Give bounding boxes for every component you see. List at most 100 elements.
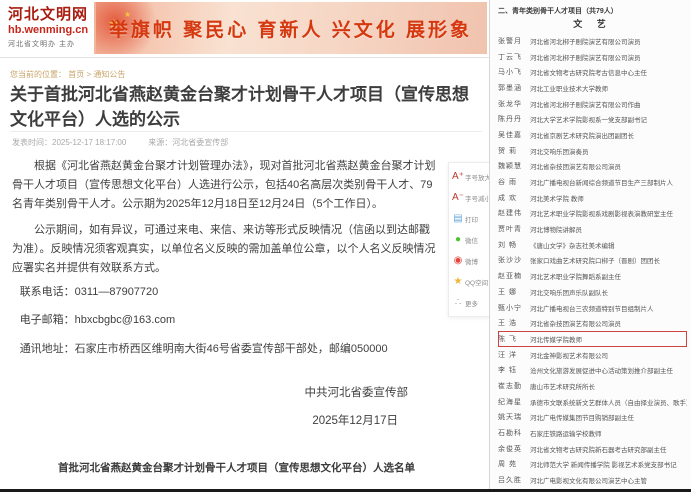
person-position: 张家口戏曲艺术研究院口梆子（晋剧）团团长: [530, 255, 660, 265]
person-name: 陈丹丹: [498, 114, 530, 124]
person-position: 河北博物院讲解员: [530, 224, 582, 234]
toolbar-item-label: QQ空间: [465, 277, 488, 287]
article-paragraph: 公示期间，如有异议，可通过来电、来信、来访等形式反映情况（信函以到达邮戳为准）。…: [12, 221, 440, 278]
name-list-row: 成 欢 河北美术学院 教师: [498, 190, 687, 206]
person-name: 石勘科: [498, 428, 530, 438]
person-name: 张警月: [498, 36, 530, 46]
person-name: 纪海星: [498, 397, 530, 407]
breadcrumb-home-link[interactable]: 首页: [68, 70, 84, 79]
person-name: 吕久胜: [498, 475, 530, 485]
toolbar-item[interactable]: ● 微信: [451, 229, 487, 250]
name-list-row: 张龙华 河北省河北梆子剧院演艺有限公司作曲: [498, 96, 687, 112]
person-position: 河北师范大学 新闻传播学院 影视艺术系党支部书记: [530, 459, 677, 469]
toolbar-item-label: 微博: [465, 256, 478, 266]
contact-address: 通讯地址：石家庄市桥西区维明南大街46号省委宣传部干部处，邮编050000: [12, 341, 440, 358]
name-list-row: 张沙沙 张家口戏曲艺术研究院口梆子（晋剧）团团长: [498, 253, 687, 269]
toolbar-item[interactable]: A⁺ 字号放大: [451, 166, 487, 187]
person-position: 石家庄铁路运输学校教师: [530, 428, 602, 438]
name-list-row: 马小飞 河北省文物考古研究院考古信息中心主任: [498, 64, 687, 80]
person-position: 河北金神影视艺术有限公司: [530, 350, 608, 360]
person-name: 陈 飞: [498, 334, 530, 344]
person-position: 唐山市艺术研究所所长: [530, 381, 595, 391]
site-logo[interactable]: 河北文明网 hb.wenming.cn 河北省文明办 主办: [8, 7, 88, 49]
breadcrumb-current-link[interactable]: 通知公告: [93, 70, 125, 79]
name-list-row: 崔志勤 唐山市艺术研究所所长: [498, 378, 687, 394]
person-name: 姚天瑞: [498, 412, 530, 422]
source: 河北省委宣传部: [172, 138, 228, 147]
name-list-section-title: 二、青年类别骨干人才项目（共79人）: [498, 6, 687, 16]
name-list-row: 张警月 河北省河北梆子剧院演艺有限公司演员: [498, 33, 687, 49]
site-logo-domain[interactable]: hb.wenming.cn: [8, 24, 88, 37]
person-name: 贾叶青: [498, 224, 530, 234]
toolbar-icon[interactable]: ★: [451, 277, 465, 287]
name-list-row: 周 苑 河北师范大学 新闻传播学院 影视艺术系党支部书记: [498, 457, 687, 473]
publish-time-label: 发表时间：: [12, 138, 52, 147]
toolbar-icon[interactable]: ◉: [451, 256, 465, 266]
person-name: 王 娜: [498, 287, 530, 297]
person-position: 河北广播电视台新闻综合频道节目生产三部制片人: [530, 177, 673, 187]
page: 河北文明网 hb.wenming.cn 河北省文明办 主办 ★ ★ 举旗帜 聚民…: [0, 0, 691, 492]
page-title: 关于首批河北省燕赵黄金台聚才计划骨干人才项目（宣传思想文化平台）人选的公示: [10, 83, 482, 132]
person-position: 河北艺术职业学院舞蹈系副主任: [530, 271, 621, 281]
person-name: 崔志勤: [498, 381, 530, 391]
person-name: 成 欢: [498, 193, 530, 203]
person-position: 河北广电影视文化有限公司演艺中心主管: [530, 475, 647, 485]
person-name: 赵建伟: [498, 208, 530, 218]
person-name: 张龙华: [498, 99, 530, 109]
person-position: 河北省杂技团演艺有限公司演员: [530, 161, 621, 171]
name-list-row: 贾叶青 河北博物院讲解员: [498, 221, 687, 237]
toolbar-item[interactable]: A⁻ 字号减小: [451, 187, 487, 208]
breadcrumb-separator: >: [86, 70, 91, 79]
person-position: 河北传媒学院教师: [530, 334, 582, 344]
toolbar-item[interactable]: ∴ 更多: [451, 292, 487, 313]
site-header: 河北文明网 hb.wenming.cn 河北省文明办 主办 ★ ★ 举旗帜 聚民…: [0, 0, 489, 58]
name-list-row: 吕久胜 河北广电影视文化有限公司演艺中心主管: [498, 472, 687, 488]
toolbar-item-label: 更多: [465, 298, 478, 308]
name-list-row: 甄小宁 河北广播电视台三农频道特别节目组制片人: [498, 300, 687, 316]
contact-email: 电子邮箱：hbxcbgbc@163.com: [12, 312, 440, 329]
person-position: 沧州文化旅游发展促进中心活动策划推介部副主任: [530, 365, 673, 375]
name-list-row: 贺 莉 河北交响乐团演奏员: [498, 143, 687, 159]
article-body: 根据《河北省燕赵黄金台聚才计划管理办法》，现对首批河北省燕赵黄金台聚才计划骨干人…: [12, 157, 440, 369]
person-position: 河北省文物考古研究院新石器考古研究部副主任: [530, 444, 667, 454]
person-name: 张沙沙: [498, 255, 530, 265]
toolbar-item[interactable]: ★ QQ空间: [451, 271, 487, 292]
person-name: 贺 莉: [498, 146, 530, 156]
name-list-row: 丁云飞 河北省河北梆子剧院演艺有限公司演员: [498, 49, 687, 65]
article-paragraph: 根据《河北省燕赵黄金台聚才计划管理办法》，现对首批河北省燕赵黄金台聚才计划骨干人…: [12, 157, 440, 214]
person-position: 河北广电传媒集团节目购销部副主任: [530, 412, 634, 422]
name-list-row: 陈 飞 河北传媒学院教师: [498, 331, 687, 347]
person-position: 河北省京剧艺术研究院演出团副团长: [530, 130, 634, 140]
name-list-row: 石勘科 石家庄铁路运输学校教师: [498, 425, 687, 441]
signature-organization: 中共河北省委宣传部: [0, 384, 408, 400]
name-list-category: 文 艺: [498, 17, 687, 30]
person-name: 丁云飞: [498, 52, 530, 62]
person-position: 河北大学艺术学院影视系一党支部副书记: [530, 114, 647, 124]
name-list-row: 姚天瑞 河北广电传媒集团节目购销部副主任: [498, 410, 687, 426]
title-divider: [10, 131, 482, 132]
banner-slogan: 举旗帜 聚民心 育新人 兴文化 展形象: [109, 15, 472, 42]
toolbar-icon[interactable]: A⁺: [451, 172, 465, 182]
toolbar-item[interactable]: ◉ 微博: [451, 250, 487, 271]
toolbar-icon[interactable]: ●: [451, 235, 465, 245]
site-logo-subtitle: 河北省文明办 主办: [8, 39, 88, 49]
share-toolbar: A⁺ 字号放大 A⁻ 字号减小 ▤ 打印 ● 微信 ◉ 微博: [448, 162, 490, 317]
source-label: 来源：: [148, 138, 172, 147]
person-name: 赵亚楠: [498, 271, 530, 281]
person-position: 河北省河北梆子剧院演艺有限公司演员: [530, 36, 641, 46]
person-name: 刘 畅: [498, 240, 530, 250]
breadcrumb: 您当前的位置： 首页 > 通知公告: [10, 69, 125, 80]
toolbar-icon[interactable]: ▤: [451, 214, 465, 224]
contact-phone: 联系电话：0311—87907720: [12, 284, 440, 301]
article-paragraphs: 根据《河北省燕赵黄金台聚才计划管理办法》，现对首批河北省燕赵黄金台聚才计划骨干人…: [12, 157, 440, 277]
site-logo-title[interactable]: 河北文明网: [8, 7, 88, 24]
toolbar-icon[interactable]: ∴: [451, 298, 465, 308]
toolbar-item[interactable]: ▤ 打印: [451, 208, 487, 229]
signature-date: 2025年12月17日: [0, 412, 398, 428]
article-meta: 发表时间：2025-12-17 18:17:00来源：河北省委宣传部: [12, 137, 228, 148]
name-list: 张警月 河北省河北梆子剧院演艺有限公司演员 丁云飞 河北省河北梆子剧院演艺有限公…: [498, 33, 687, 488]
person-name: 魏颖慧: [498, 161, 530, 171]
person-position: 承德市文联系统新文艺群体人员（自由择业演员、歌手）: [530, 397, 687, 407]
person-position: 河北艺术职业学院影视系戏剧影视表演教研室主任: [530, 208, 673, 218]
toolbar-icon[interactable]: A⁻: [451, 193, 465, 203]
